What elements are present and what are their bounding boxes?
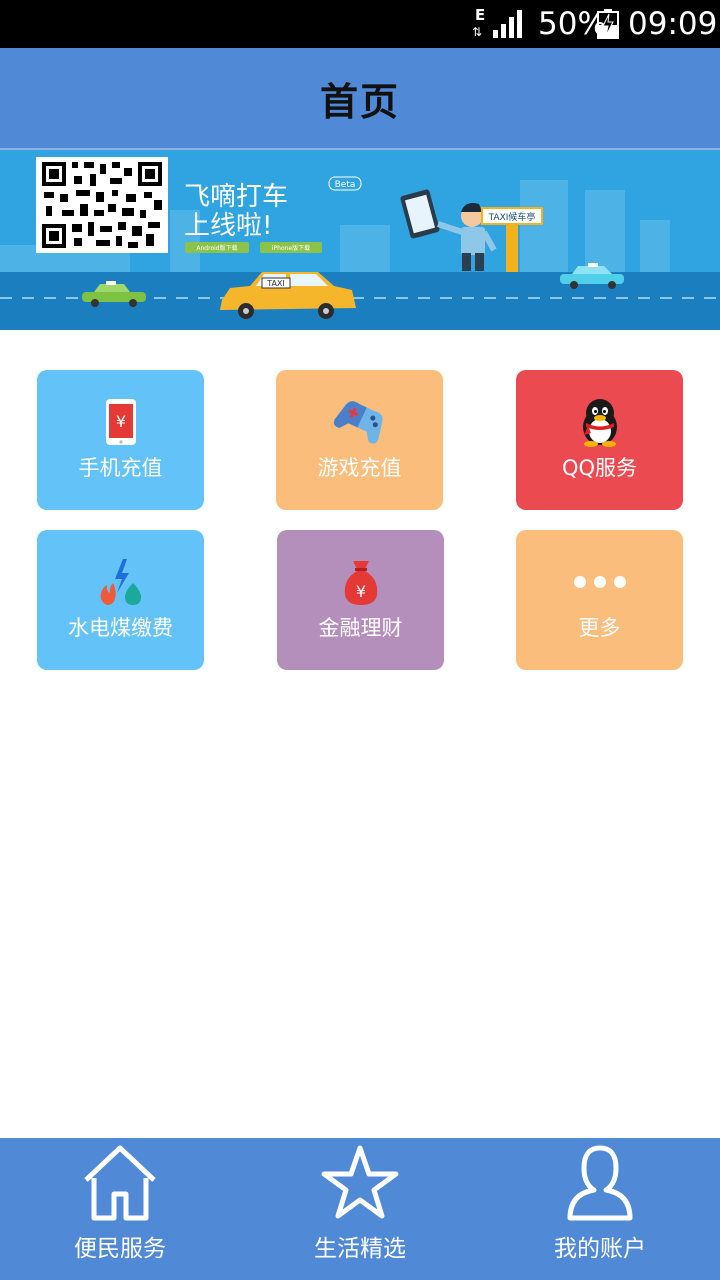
bottom-navigation: 便民服务 生活精选 我的账户: [0, 1138, 720, 1280]
beta-tag: Beta: [335, 180, 356, 190]
nav-tab-life-picks[interactable]: 生活精选: [240, 1138, 480, 1280]
user-icon: [480, 1142, 720, 1226]
mobile-recharge-tile[interactable]: ¥ 手机充值: [37, 370, 204, 510]
nav-tab-my-account[interactable]: 我的账户: [480, 1138, 720, 1280]
banner-headline-2: 上线啦!: [184, 211, 272, 241]
more-services-tile[interactable]: 更多: [516, 530, 683, 670]
more-dots-icon: [516, 554, 683, 610]
more-services-label: 更多: [578, 616, 621, 640]
iphone-download-label: iPhone版下载: [272, 244, 310, 252]
qq-penguin-icon: [516, 394, 683, 450]
page-title: 首页: [319, 79, 400, 124]
utilities-payment-tile[interactable]: 水电煤缴费: [37, 530, 204, 670]
nav-tab-convenience-services[interactable]: 便民服务: [0, 1138, 240, 1280]
game-recharge-tile[interactable]: 游戏充值: [276, 370, 443, 510]
iphone-download-button[interactable]: iPhone版下载: [260, 242, 322, 253]
banner-headline-1: 飞嘀打车: [184, 182, 288, 212]
status-bar: E ⇅ 50% 09:09: [0, 0, 720, 48]
money-bag-icon: ¥: [277, 554, 444, 610]
promo-banner[interactable]: 飞嘀打车 上线啦! Beta Android版下载 iPhone版下载 TAXI…: [0, 150, 720, 330]
qq-service-label: QQ服务: [561, 456, 638, 480]
home-icon: [0, 1142, 240, 1226]
signal-strength-icon: [493, 10, 522, 38]
network-type-indicator: E ⇅: [472, 8, 488, 40]
network-type-label: E: [475, 6, 486, 24]
android-download-label: Android版下载: [196, 244, 237, 252]
qq-service-tile[interactable]: QQ服务: [516, 370, 683, 510]
qr-code-image: [36, 157, 168, 253]
nav-label-life-picks: 生活精选: [314, 1236, 406, 1262]
game-recharge-label: 游戏充值: [317, 456, 402, 480]
finance-label: 金融理财: [318, 616, 403, 640]
data-activity-icon: ⇅: [472, 25, 482, 39]
star-icon: [240, 1142, 480, 1226]
gamepad-icon: [276, 394, 443, 450]
android-download-button[interactable]: Android版下载: [185, 242, 249, 253]
svg-text:¥: ¥: [115, 412, 125, 431]
nav-label-my-account: 我的账户: [554, 1236, 646, 1262]
clock: 09:09: [628, 6, 718, 42]
utilities-payment-label: 水电煤缴费: [68, 616, 173, 640]
svg-text:¥: ¥: [355, 582, 365, 601]
title-bar: 首页: [0, 48, 720, 150]
utilities-icon: [37, 554, 204, 610]
taxi-roof-sign: TAXI: [266, 279, 285, 288]
banner-illustration: 飞嘀打车 上线啦! Beta Android版下载 iPhone版下载 TAXI…: [0, 150, 720, 330]
taxi-stop-sign-text: TAXI候车亭: [488, 211, 536, 223]
nav-label-convenience-services: 便民服务: [74, 1236, 166, 1262]
mobile-recharge-label: 手机充值: [78, 456, 163, 480]
battery-charging-icon: [597, 9, 619, 39]
phone-yuan-icon: ¥: [37, 394, 204, 450]
finance-tile[interactable]: ¥ 金融理财: [277, 530, 444, 670]
